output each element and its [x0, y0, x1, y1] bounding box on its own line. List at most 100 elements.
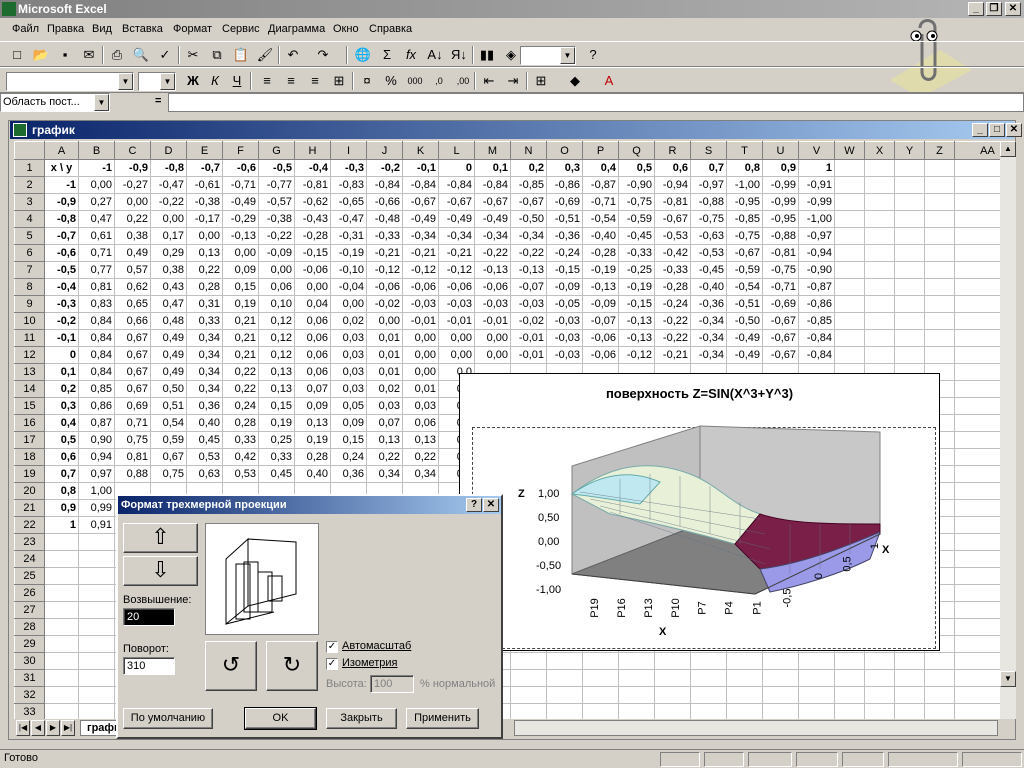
- column-header[interactable]: W: [834, 141, 865, 160]
- cell[interactable]: [954, 244, 1000, 262]
- cell[interactable]: [864, 176, 895, 194]
- cell[interactable]: [954, 686, 1000, 704]
- cell[interactable]: 0,00: [222, 244, 259, 262]
- cell[interactable]: [834, 295, 865, 313]
- cell[interactable]: [864, 295, 895, 313]
- cell[interactable]: -0,94: [654, 176, 691, 194]
- cell[interactable]: -0,38: [258, 210, 295, 228]
- cell[interactable]: 0,19: [222, 295, 259, 313]
- cell[interactable]: -0,15: [618, 295, 655, 313]
- cell[interactable]: -0,75: [726, 227, 763, 245]
- cell[interactable]: -0,67: [654, 210, 691, 228]
- cell[interactable]: [864, 312, 895, 330]
- cell[interactable]: [894, 176, 925, 194]
- cell[interactable]: -0,59: [618, 210, 655, 228]
- cell[interactable]: 0,85: [78, 380, 115, 398]
- cell[interactable]: -0,7: [186, 159, 223, 177]
- cell[interactable]: 0,49: [150, 346, 187, 364]
- cell[interactable]: -0,97: [798, 227, 835, 245]
- height-input[interactable]: 100: [370, 675, 414, 693]
- cell[interactable]: -0,06: [474, 278, 511, 296]
- underline-icon[interactable]: Ч: [226, 70, 248, 92]
- row-header[interactable]: 24: [14, 550, 45, 568]
- row-header[interactable]: 27: [14, 601, 45, 619]
- cell[interactable]: 0,84: [78, 346, 115, 364]
- cell[interactable]: [954, 448, 1000, 466]
- cell[interactable]: 0,00: [78, 176, 115, 194]
- cell[interactable]: 0,42: [222, 448, 259, 466]
- cell[interactable]: -0,47: [150, 176, 187, 194]
- menu-tools[interactable]: Сервис: [222, 23, 260, 35]
- cell[interactable]: -0,02: [366, 295, 403, 313]
- column-header[interactable]: F: [222, 141, 259, 160]
- column-header[interactable]: H: [294, 141, 331, 160]
- cell[interactable]: [894, 295, 925, 313]
- cell[interactable]: 0,77: [78, 261, 115, 279]
- cell[interactable]: 0,12: [258, 329, 295, 347]
- cell[interactable]: 0,34: [186, 380, 223, 398]
- cell[interactable]: 0,22: [114, 210, 151, 228]
- cell[interactable]: -0,71: [582, 193, 619, 211]
- cell[interactable]: 0,90: [78, 431, 115, 449]
- last-sheet-button[interactable]: ▶|: [61, 720, 75, 736]
- column-header[interactable]: A: [44, 141, 79, 160]
- cell[interactable]: -0,06: [582, 346, 619, 364]
- cell[interactable]: [924, 703, 955, 719]
- cell[interactable]: 0,33: [186, 312, 223, 330]
- increase-decimal-icon[interactable]: ,0: [428, 70, 450, 92]
- cell[interactable]: 0,00: [402, 363, 439, 381]
- cell[interactable]: [894, 652, 925, 670]
- cell[interactable]: 0: [438, 159, 475, 177]
- chart-wizard-icon[interactable]: ▮▮: [476, 44, 498, 66]
- cell[interactable]: [924, 261, 955, 279]
- cell[interactable]: -0,49: [402, 210, 439, 228]
- cell[interactable]: [924, 295, 955, 313]
- column-header[interactable]: Z: [924, 141, 955, 160]
- cell[interactable]: [798, 686, 835, 704]
- cell[interactable]: -0,67: [762, 346, 799, 364]
- cell[interactable]: -0,85: [726, 210, 763, 228]
- row-header[interactable]: 1: [14, 159, 45, 177]
- cell[interactable]: [954, 533, 1000, 551]
- row-header[interactable]: 31: [14, 669, 45, 687]
- cell[interactable]: -0,49: [726, 329, 763, 347]
- cell[interactable]: [546, 669, 583, 687]
- cell[interactable]: 0,6: [44, 448, 79, 466]
- cell[interactable]: [834, 329, 865, 347]
- column-header[interactable]: B: [78, 141, 115, 160]
- cell[interactable]: -0,8: [150, 159, 187, 177]
- wb-minimize-button[interactable]: _: [972, 123, 988, 137]
- cell[interactable]: [78, 686, 115, 704]
- cell[interactable]: -0,75: [762, 261, 799, 279]
- cell[interactable]: -0,1: [44, 329, 79, 347]
- cell[interactable]: -0,9: [114, 159, 151, 177]
- cell[interactable]: -0,09: [258, 244, 295, 262]
- redo-icon[interactable]: ↷: [312, 44, 334, 66]
- cell[interactable]: [864, 193, 895, 211]
- cell[interactable]: [954, 227, 1000, 245]
- cell[interactable]: 0,36: [186, 397, 223, 415]
- cell[interactable]: -0,71: [762, 278, 799, 296]
- decrease-indent-icon[interactable]: ⇤: [478, 70, 500, 92]
- row-header[interactable]: 29: [14, 635, 45, 653]
- menu-view[interactable]: Вид: [92, 23, 112, 35]
- cell[interactable]: [654, 652, 691, 670]
- cell[interactable]: 0,53: [222, 465, 259, 483]
- cell[interactable]: -0,19: [330, 244, 367, 262]
- cell[interactable]: [954, 329, 1000, 347]
- cell[interactable]: -0,3: [44, 295, 79, 313]
- cell[interactable]: 0,15: [222, 278, 259, 296]
- cell[interactable]: 0,13: [366, 431, 403, 449]
- open-icon[interactable]: 📂: [30, 44, 52, 66]
- cell[interactable]: -0,65: [330, 193, 367, 211]
- menu-help[interactable]: Справка: [369, 23, 412, 35]
- cell[interactable]: [954, 482, 1000, 500]
- cell[interactable]: 0,33: [258, 448, 295, 466]
- row-header[interactable]: 15: [14, 397, 45, 415]
- font-name-combo[interactable]: ▼: [6, 72, 134, 91]
- cell[interactable]: -0,62: [294, 193, 331, 211]
- cell[interactable]: 0,71: [78, 244, 115, 262]
- cell[interactable]: -0,45: [618, 227, 655, 245]
- cell[interactable]: -0,22: [258, 227, 295, 245]
- cell[interactable]: -0,22: [654, 329, 691, 347]
